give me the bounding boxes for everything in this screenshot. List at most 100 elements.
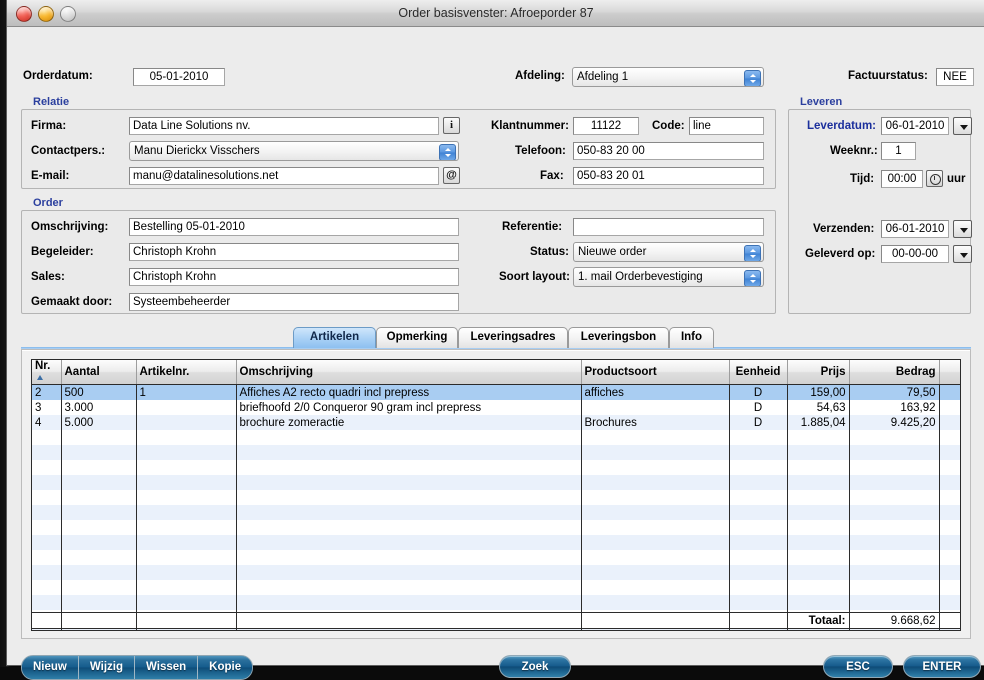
geleverd-op-dropdown-icon[interactable]	[953, 245, 972, 263]
col-eenheid[interactable]: Eenheid	[729, 360, 788, 385]
klantnummer-input[interactable]: 11122	[573, 117, 639, 135]
leverdatum-dropdown-icon[interactable]	[953, 117, 972, 135]
action-button-group: Nieuw Wijzig Wissen Kopie	[21, 655, 254, 680]
klantnummer-label: Klantnummer:	[491, 120, 569, 132]
cell-eenheid: D	[729, 384, 788, 400]
cell-eenheid: D	[729, 400, 788, 415]
sales-input[interactable]: Christoph Krohn	[129, 268, 459, 286]
chevron-updown-icon	[439, 144, 456, 160]
cell-spacer	[939, 415, 960, 430]
cell-omschrijving: brochure zomeractie	[236, 415, 582, 430]
total-blank-1	[32, 613, 62, 628]
wissen-button[interactable]: Wissen	[135, 656, 199, 679]
tab-leveringsbon[interactable]: Leveringsbon	[568, 327, 669, 348]
at-sign-icon[interactable]: @	[443, 167, 460, 184]
contactpers-select-value: Manu Dierickx Visschers	[134, 145, 260, 157]
table-row-empty[interactable]	[32, 460, 960, 475]
tab-leveringsadres[interactable]: Leveringsadres	[458, 327, 568, 348]
telefoon-input[interactable]: 050-83 20 00	[573, 142, 764, 160]
status-select[interactable]: Nieuwe order	[573, 242, 764, 262]
tab-artikelen[interactable]: Artikelen	[293, 327, 376, 348]
tab-bar: Artikelen Opmerking Leveringsadres Lever…	[21, 327, 971, 351]
gemaakt-door-input[interactable]: Systeembeheerder	[129, 293, 459, 311]
table-row-empty[interactable]	[32, 475, 960, 490]
contactpers-label: Contactpers.:	[31, 145, 106, 157]
clock-icon[interactable]	[926, 170, 943, 187]
cell-prijs: 1.885,04	[787, 415, 850, 430]
omschrijving-input[interactable]: Bestelling 05-01-2010	[129, 218, 459, 236]
total-blank-6	[729, 613, 788, 628]
total-row: Totaal: 9.668,62	[32, 613, 961, 628]
artikelen-table-container[interactable]: Nr. Aantal Artikelnr. Omschrijving Produ…	[31, 359, 961, 631]
col-aantal[interactable]: Aantal	[61, 360, 137, 385]
table-row-empty[interactable]	[32, 490, 960, 505]
table-row-empty[interactable]	[32, 445, 960, 460]
table-row[interactable]: 4 5.000 brochure zomeractie Brochures D …	[32, 415, 960, 430]
chevron-updown-icon	[744, 245, 761, 261]
col-prijs[interactable]: Prijs	[787, 360, 850, 385]
cell-productsoort: affiches	[581, 384, 730, 400]
col-nr[interactable]: Nr.	[32, 360, 62, 385]
fax-input[interactable]: 050-83 20 01	[573, 167, 764, 185]
col-bedrag[interactable]: Bedrag	[849, 360, 940, 385]
email-input[interactable]: manu@datalinesolutions.net	[129, 167, 439, 185]
code-input[interactable]: line	[689, 117, 764, 135]
wijzig-button[interactable]: Wijzig	[78, 656, 135, 679]
table-row-empty[interactable]	[32, 580, 960, 595]
begeleider-input[interactable]: Christoph Krohn	[129, 243, 459, 261]
col-productsoort[interactable]: Productsoort	[581, 360, 730, 385]
tijd-label: Tijd:	[850, 173, 875, 185]
tab-info[interactable]: Info	[669, 327, 714, 348]
contactpers-select[interactable]: Manu Dierickx Visschers	[129, 141, 459, 161]
cell-aantal: 500	[61, 384, 137, 400]
leverdatum-input[interactable]: 06-01-2010	[881, 117, 949, 135]
nieuw-button[interactable]: Nieuw	[22, 656, 79, 679]
relatie-legend: Relatie	[33, 96, 70, 108]
gemaakt-door-label: Gemaakt door:	[31, 296, 113, 308]
afdeling-select[interactable]: Afdeling 1	[572, 67, 764, 87]
table-row-empty[interactable]	[32, 535, 960, 550]
soort-layout-select-value: 1. mail Orderbevestiging	[578, 271, 703, 283]
leveren-legend: Leveren	[800, 96, 843, 108]
verzenden-dropdown-icon[interactable]	[953, 220, 972, 238]
total-blank-4	[236, 613, 582, 628]
table-row-empty[interactable]	[32, 520, 960, 535]
window-titlebar[interactable]: Order basisvenster: Afroeporder 87	[7, 0, 984, 27]
kopie-button[interactable]: Kopie	[198, 656, 253, 679]
chevron-updown-icon	[744, 70, 761, 86]
tijd-input[interactable]: 00:00	[881, 170, 923, 188]
soort-layout-select[interactable]: 1. mail Orderbevestiging	[573, 267, 764, 287]
table-row-empty[interactable]	[32, 565, 960, 580]
referentie-input[interactable]	[573, 218, 764, 236]
artikelen-table: Nr. Aantal Artikelnr. Omschrijving Produ…	[32, 360, 960, 630]
table-row[interactable]: 3 3.000 briefhoofd 2/0 Conqueror 90 gram…	[32, 400, 960, 415]
soort-layout-label: Soort layout:	[499, 271, 570, 283]
weeknr-input[interactable]: 1	[881, 142, 916, 160]
geleverd-op-input[interactable]: 00-00-00	[881, 245, 949, 263]
tab-opmerking[interactable]: Opmerking	[376, 327, 458, 348]
info-icon[interactable]: i	[443, 117, 460, 134]
cell-bedrag: 163,92	[849, 400, 940, 415]
table-row[interactable]: 2 500 1 Affiches A2 recto quadri incl pr…	[32, 384, 960, 400]
firma-label: Firma:	[31, 120, 67, 132]
begeleider-label: Begeleider:	[31, 246, 94, 258]
table-row-empty[interactable]	[32, 430, 960, 445]
table-row-empty[interactable]	[32, 595, 960, 610]
total-label: Totaal:	[787, 613, 850, 628]
orderdatum-input[interactable]: 05-01-2010	[133, 68, 225, 86]
cell-aantal: 3.000	[61, 400, 137, 415]
col-omschrijving[interactable]: Omschrijving	[236, 360, 582, 385]
weeknr-label: Weeknr.:	[830, 145, 878, 157]
table-row-empty[interactable]	[32, 505, 960, 520]
email-label: E-mail:	[31, 170, 70, 182]
firma-input[interactable]: Data Line Solutions nv.	[129, 117, 439, 135]
cell-omschrijving: Affiches A2 recto quadri incl prepress	[236, 384, 582, 400]
window-body: Orderdatum: 05-01-2010 Afdeling: Afdelin…	[7, 27, 984, 680]
verzenden-input[interactable]: 06-01-2010	[881, 220, 949, 238]
table-row-empty[interactable]	[32, 550, 960, 565]
factuurstatus-label: Factuurstatus:	[848, 70, 928, 82]
col-artikelnr[interactable]: Artikelnr.	[136, 360, 237, 385]
geleverd-op-label: Geleverd op:	[805, 248, 876, 260]
leveren-group	[788, 109, 971, 314]
code-label: Code:	[652, 120, 685, 132]
